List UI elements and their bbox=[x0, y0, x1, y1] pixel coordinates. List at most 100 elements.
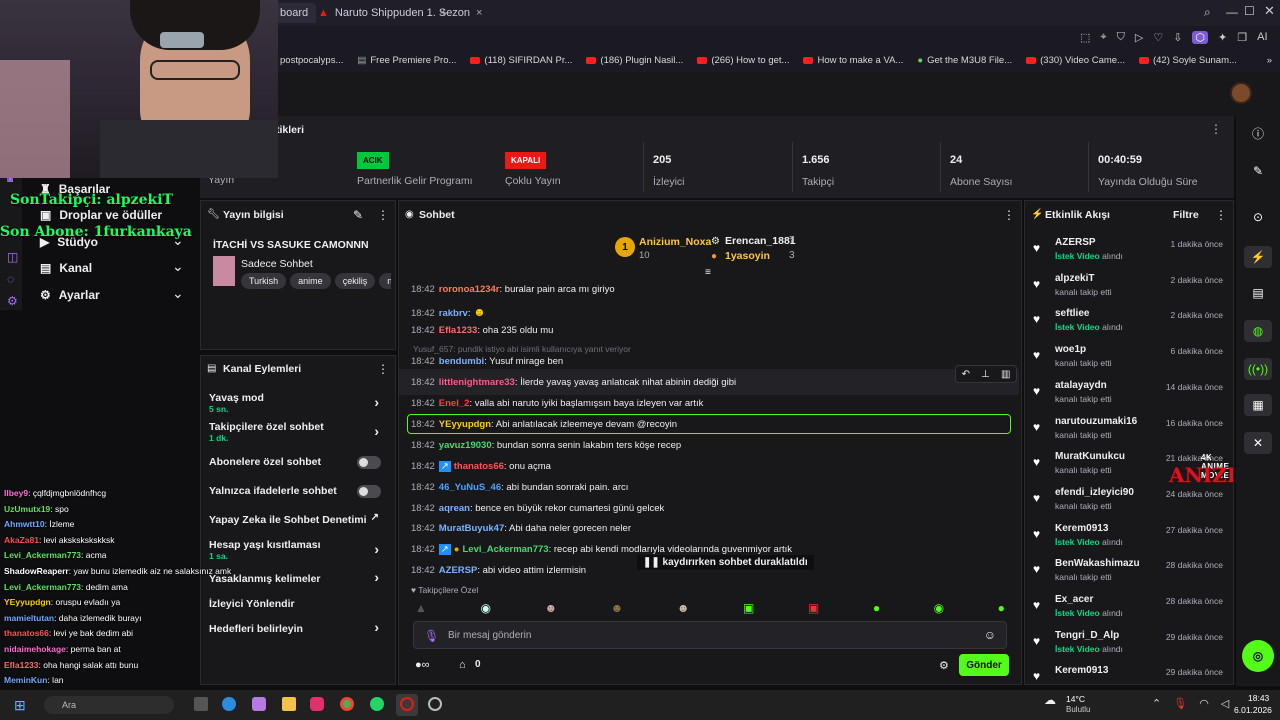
emoji-icon[interactable]: ☺ bbox=[984, 628, 996, 642]
edit-icon[interactable]: ✎ bbox=[353, 208, 363, 222]
nav-settings[interactable]: ⚙ Ayarlar bbox=[40, 288, 100, 302]
more-icon[interactable]: ⋮ bbox=[377, 208, 389, 222]
leader-name[interactable]: 1yasoyin bbox=[725, 250, 770, 262]
chevron-up-icon[interactable]: ⌃ bbox=[1152, 697, 1161, 710]
chat-input[interactable]: 🎙︎ Bir mesaj gönderin ☺ bbox=[413, 621, 1007, 649]
instagram-icon[interactable] bbox=[310, 697, 324, 711]
emote-icon[interactable]: ▲ bbox=[415, 601, 427, 615]
tag[interactable]: naru bbox=[379, 273, 391, 289]
minimize-icon[interactable]: — bbox=[1226, 5, 1238, 19]
more-icon[interactable]: ⋮ bbox=[377, 362, 389, 376]
whatsapp-icon[interactable] bbox=[370, 697, 384, 711]
emote-icon[interactable]: ☻ bbox=[677, 601, 690, 615]
more-icon[interactable]: ⋮ bbox=[1215, 208, 1227, 222]
edit-icon[interactable]: ✎ bbox=[1244, 160, 1272, 182]
emote-icon[interactable]: ☻ bbox=[544, 601, 557, 615]
leader-name[interactable]: Anizium_Noxa bbox=[639, 236, 711, 248]
category-name[interactable]: Sadece Sohbet bbox=[241, 258, 313, 270]
chat-icon[interactable]: ◍ bbox=[1244, 320, 1272, 342]
tag[interactable]: Turkish bbox=[241, 273, 287, 289]
leader-name[interactable]: Erencan_1881 bbox=[725, 235, 796, 247]
pin-icon[interactable]: ⌖ bbox=[1100, 31, 1106, 44]
volume-icon[interactable]: ◁ bbox=[1221, 697, 1229, 710]
broadcast-icon[interactable]: ((•)) bbox=[1244, 358, 1272, 380]
viewers-icon[interactable]: ●∞ bbox=[415, 659, 430, 671]
chrome-icon[interactable] bbox=[340, 697, 354, 711]
store-icon[interactable]: ⌂ bbox=[459, 659, 466, 671]
send-button[interactable]: Gönder bbox=[959, 654, 1009, 676]
collapse-icon[interactable]: ≡ bbox=[705, 267, 711, 278]
delete-icon[interactable]: ▥ bbox=[1001, 369, 1010, 380]
toggle[interactable] bbox=[357, 485, 381, 498]
info-icon[interactable]: ⓘ bbox=[1244, 122, 1272, 144]
filter-button[interactable]: Filtre bbox=[1173, 209, 1199, 221]
tab-naruto[interactable]: ▲ Naruto Shippuden 1. Sezon × bbox=[310, 3, 490, 23]
microphone-icon[interactable]: 🎙︎ bbox=[424, 629, 439, 643]
play-icon[interactable]: ▷ bbox=[1135, 31, 1143, 44]
nav-channel[interactable]: ▤ Kanal bbox=[40, 261, 92, 275]
avatar[interactable] bbox=[1230, 82, 1252, 104]
tag[interactable]: anime bbox=[290, 273, 331, 289]
target-icon[interactable]: ⊙ bbox=[1244, 206, 1272, 228]
emote-icon[interactable]: ● bbox=[873, 601, 880, 615]
more-icon[interactable]: ⋮ bbox=[1003, 208, 1015, 222]
emote-icon[interactable]: ▣ bbox=[743, 601, 754, 615]
gear-icon[interactable]: ⚙ bbox=[939, 659, 949, 672]
bookmark[interactable]: postpocalyps... bbox=[280, 55, 343, 66]
bookmark[interactable]: (266) How to get... bbox=[697, 55, 789, 66]
more-bookmarks-icon[interactable]: » bbox=[1267, 55, 1272, 66]
search-icon[interactable]: ⌕ bbox=[1204, 5, 1211, 20]
bookmark[interactable]: (42) Soyle Sunam... bbox=[1138, 55, 1237, 66]
flash-icon[interactable]: ⚡ bbox=[1244, 246, 1272, 268]
copy-icon[interactable]: ❐ bbox=[1237, 31, 1247, 44]
emote-icon[interactable]: ☻ bbox=[611, 601, 624, 615]
download-icon[interactable]: ⇩ bbox=[1173, 31, 1182, 44]
new-tab-icon[interactable]: + bbox=[440, 5, 448, 20]
search-box[interactable]: Ara bbox=[44, 696, 174, 714]
opera-icon[interactable] bbox=[400, 697, 414, 711]
chevron-down-icon[interactable]: ⌄ bbox=[172, 285, 184, 302]
chevron-down-icon[interactable]: ⌄ bbox=[172, 258, 184, 275]
heart-icon[interactable]: ♡ bbox=[1153, 31, 1163, 44]
slow-mode-row[interactable]: Yavaş mod 5 sn. › bbox=[209, 392, 389, 418]
folder-icon[interactable] bbox=[282, 697, 296, 711]
emote-icon[interactable]: ● bbox=[998, 601, 1005, 615]
bookmark[interactable]: (330) Video Came... bbox=[1026, 55, 1125, 66]
obs-icon[interactable] bbox=[428, 697, 442, 711]
more-icon[interactable]: ⋮ bbox=[1210, 122, 1222, 136]
taskview-icon[interactable] bbox=[194, 697, 208, 711]
tools-icon[interactable]: ✕ bbox=[1244, 432, 1272, 454]
layout-icon[interactable]: ▦ bbox=[1244, 394, 1272, 416]
wifi-icon[interactable]: ◠ bbox=[1199, 697, 1209, 710]
followers-only-row[interactable]: Takipçilere özel sohbet 1 dk. › bbox=[209, 421, 389, 447]
close-icon[interactable]: × bbox=[476, 7, 482, 19]
shield-icon[interactable]: ⛉ bbox=[1117, 31, 1125, 44]
document-icon[interactable]: ▤ bbox=[1244, 282, 1272, 304]
pin-icon[interactable]: ⊥ bbox=[981, 369, 990, 380]
toggle[interactable] bbox=[357, 456, 381, 469]
edge-icon[interactable] bbox=[222, 697, 236, 711]
windows-icon[interactable]: ⊞ bbox=[14, 697, 26, 714]
support-icon[interactable]: ◎ bbox=[1242, 640, 1274, 672]
tag[interactable]: çekiliş bbox=[334, 273, 376, 289]
maximize-icon[interactable]: ☐ bbox=[1244, 4, 1255, 18]
emote-icon[interactable]: ◉ bbox=[934, 601, 944, 615]
reply-icon[interactable]: ↶ bbox=[962, 369, 970, 380]
microphone-icon[interactable]: 🎙︎ bbox=[1173, 697, 1187, 710]
emote-icon[interactable]: ◉ bbox=[480, 601, 490, 615]
bookmark[interactable]: (186) Plugin Nasil... bbox=[586, 55, 683, 66]
extension-icon[interactable]: ⬡ bbox=[1192, 31, 1209, 44]
ai-label[interactable]: AI bbox=[1257, 31, 1267, 44]
bookmark[interactable]: How to make a VA... bbox=[803, 55, 903, 66]
emote-icon[interactable]: ▣ bbox=[808, 601, 819, 615]
puzzle-icon[interactable]: ✦ bbox=[1218, 31, 1227, 44]
screenshot-icon[interactable]: ⬚ bbox=[1080, 31, 1090, 44]
nav-drops[interactable]: ▣ Droplar ve ödüller bbox=[40, 208, 162, 222]
bookmark[interactable]: ▤ Free Premiere Pro... bbox=[357, 55, 456, 66]
chat-paused-banner[interactable]: ❚❚ kaydırırken sohbet duraklatıldı bbox=[637, 555, 814, 570]
bookmark[interactable]: (118) SIFIRDAN Pr... bbox=[470, 55, 572, 66]
close-window-icon[interactable]: ✕ bbox=[1264, 3, 1275, 19]
bookmark[interactable]: ● Get the M3U8 File... bbox=[917, 55, 1012, 66]
weather-icon[interactable]: ☁ bbox=[1044, 693, 1056, 707]
copilot-icon[interactable] bbox=[252, 697, 266, 711]
